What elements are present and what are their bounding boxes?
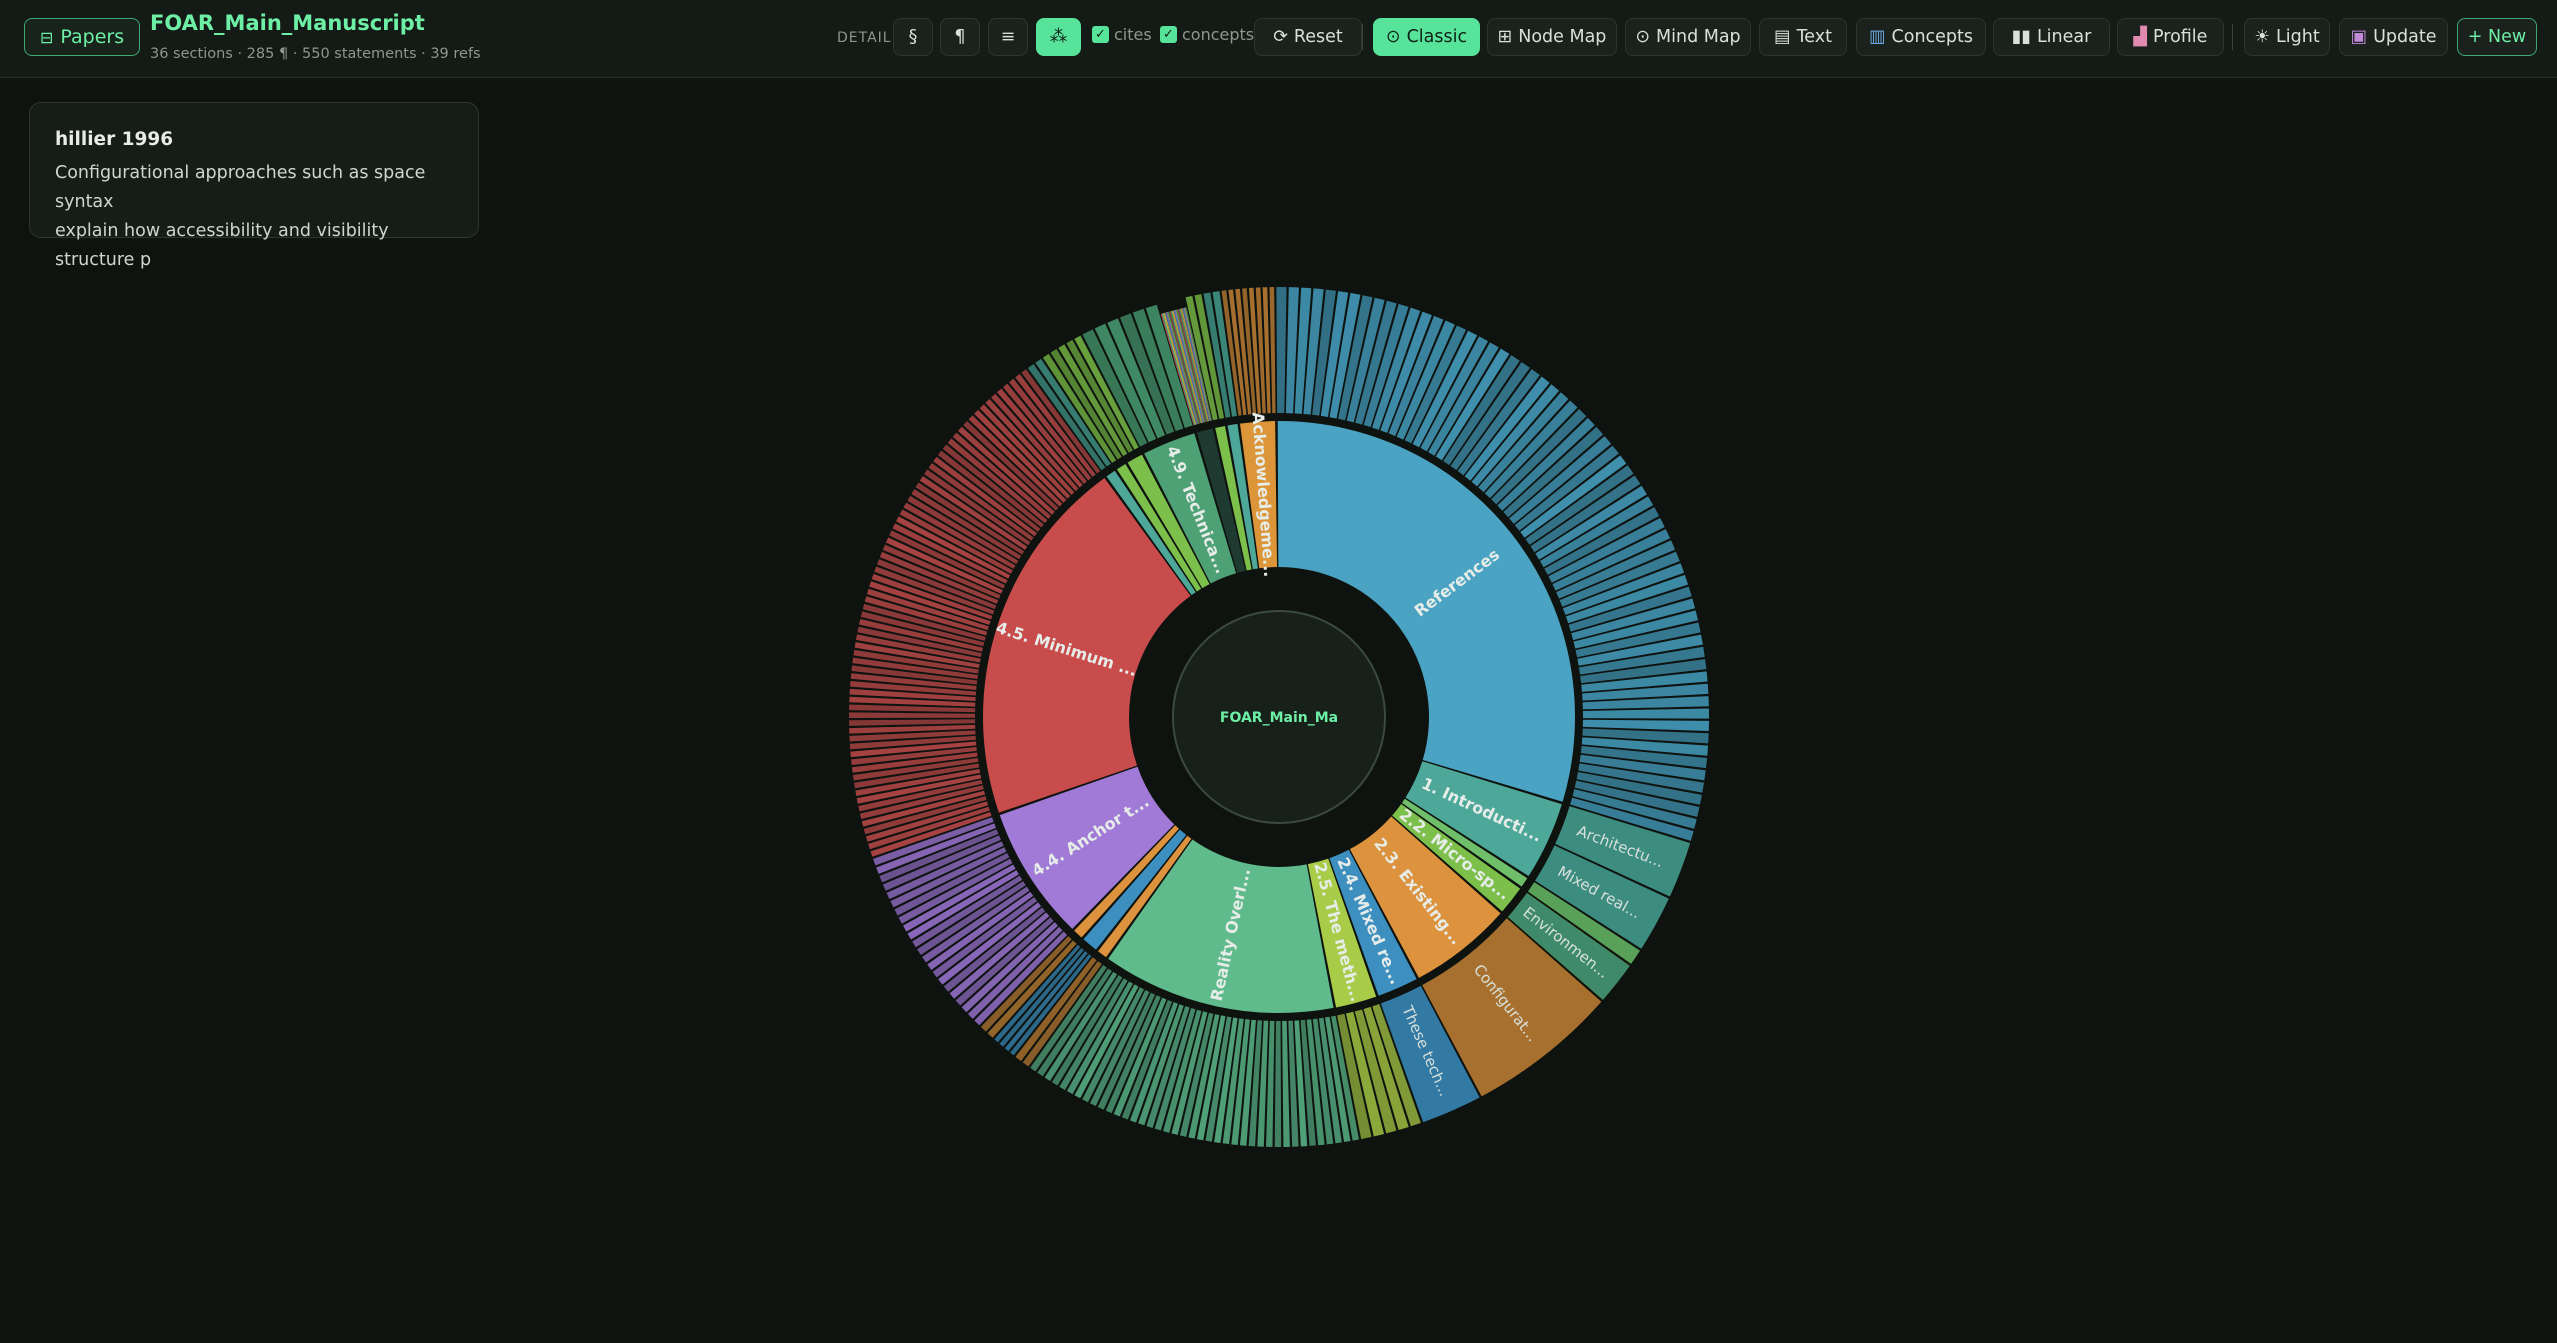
sunburst-leaf[interactable]: [1582, 708, 1709, 719]
sunburst-leaf[interactable]: [849, 719, 976, 726]
sunburst-leaf[interactable]: [1276, 287, 1287, 414]
sunburst-leaf[interactable]: [849, 712, 976, 718]
sunburst-chart: References1. Introducti...2.2. Micro-sp.…: [849, 287, 1709, 1147]
center-label: FOAR_Main_Ma: [1220, 710, 1338, 726]
sunburst-leaf[interactable]: [1274, 1020, 1282, 1147]
sunburst-leaf[interactable]: [1282, 1020, 1290, 1147]
sunburst-leaf[interactable]: [1269, 287, 1276, 414]
